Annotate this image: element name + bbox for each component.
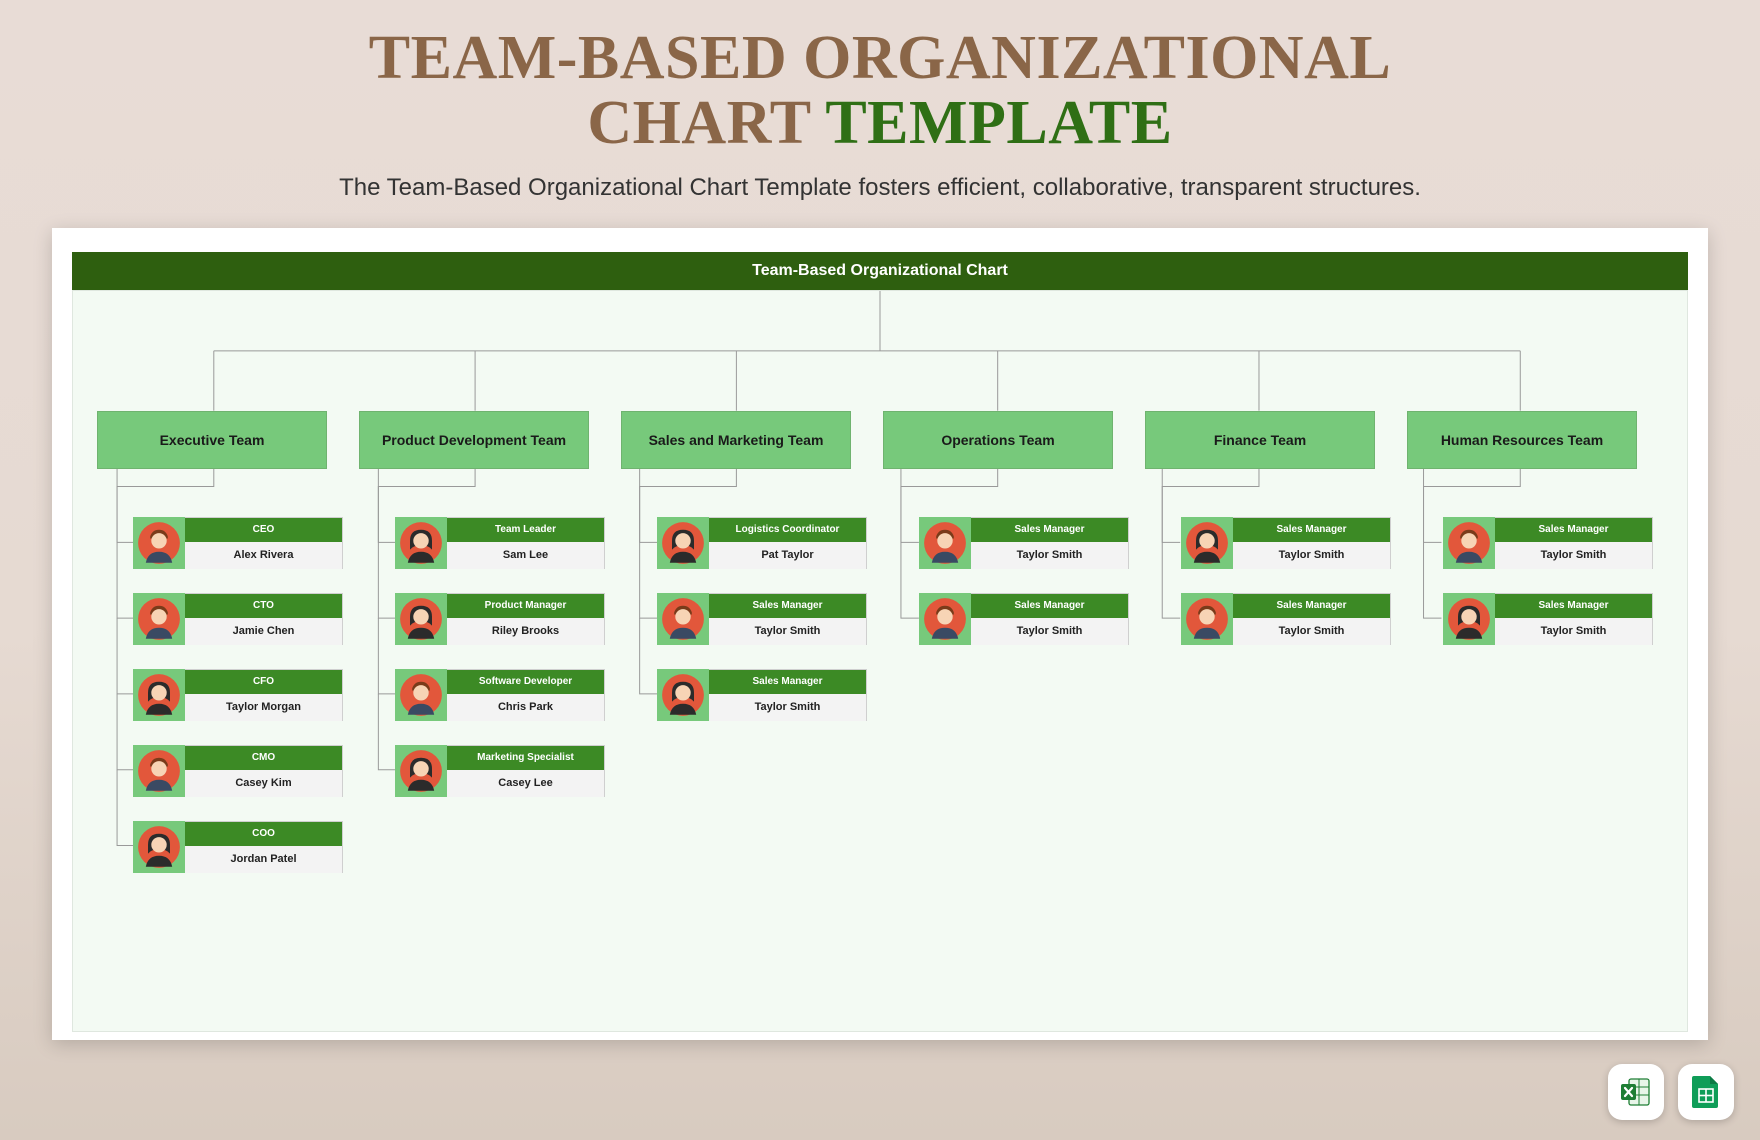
member-name: Jordan Patel [185, 846, 342, 873]
title-line1: TEAM-BASED ORGANIZATIONAL [369, 24, 1391, 92]
member-role: Team Leader [447, 518, 604, 542]
member-card: Product Manager Riley Brooks [395, 593, 605, 645]
member-name: Taylor Smith [1495, 618, 1652, 645]
team-box: Sales and Marketing Team [621, 411, 851, 469]
team-label: Sales and Marketing Team [649, 432, 824, 448]
member-name: Taylor Smith [971, 618, 1128, 645]
member-card: Sales Manager Taylor Smith [1443, 593, 1653, 645]
member-role: COO [185, 822, 342, 846]
team-box: Product Development Team [359, 411, 589, 469]
chart-card: Team-Based Organizational Chart Executiv… [52, 228, 1708, 1040]
avatar [133, 517, 185, 569]
member-card: Team Leader Sam Lee [395, 517, 605, 569]
member-card: Sales Manager Taylor Smith [1181, 517, 1391, 569]
avatar [133, 669, 185, 721]
title-line2a: CHART [587, 89, 825, 157]
member-role: CEO [185, 518, 342, 542]
member-name: Chris Park [447, 694, 604, 721]
member-card: Sales Manager Taylor Smith [1443, 517, 1653, 569]
team-box: Human Resources Team [1407, 411, 1637, 469]
avatar [1443, 517, 1495, 569]
member-role: Software Developer [447, 670, 604, 694]
member-role: Product Manager [447, 594, 604, 618]
chart-inner-title: Team-Based Organizational Chart [72, 252, 1688, 290]
member-name: Riley Brooks [447, 618, 604, 645]
member-role: CTO [185, 594, 342, 618]
avatar [657, 669, 709, 721]
team-label: Executive Team [160, 432, 265, 448]
member-role: Logistics Coordinator [709, 518, 866, 542]
member-card: Sales Manager Taylor Smith [657, 593, 867, 645]
avatar [133, 593, 185, 645]
team-box: Operations Team [883, 411, 1113, 469]
member-card: Sales Manager Taylor Smith [919, 517, 1129, 569]
member-name: Sam Lee [447, 542, 604, 569]
avatar [395, 745, 447, 797]
team-box: Finance Team [1145, 411, 1375, 469]
avatar [657, 593, 709, 645]
avatar [133, 745, 185, 797]
avatar [395, 593, 447, 645]
member-card: CTO Jamie Chen [133, 593, 343, 645]
member-name: Taylor Smith [1233, 618, 1390, 645]
chart-area: Executive Team CEO Alex Rivera CTO Jamie… [72, 290, 1688, 1032]
team-label: Operations Team [941, 432, 1054, 448]
member-card: Logistics Coordinator Pat Taylor [657, 517, 867, 569]
member-name: Alex Rivera [185, 542, 342, 569]
avatar [1181, 593, 1233, 645]
page-subtitle: The Team-Based Organizational Chart Temp… [0, 174, 1760, 202]
member-role: Marketing Specialist [447, 746, 604, 770]
team-box: Executive Team [97, 411, 327, 469]
avatar [395, 517, 447, 569]
member-role: CMO [185, 746, 342, 770]
member-name: Taylor Morgan [185, 694, 342, 721]
member-card: COO Jordan Patel [133, 821, 343, 873]
member-role: Sales Manager [709, 594, 866, 618]
sheets-icon [1690, 1074, 1722, 1110]
member-card: Marketing Specialist Casey Lee [395, 745, 605, 797]
page-title: TEAM-BASED ORGANIZATIONAL CHART TEMPLATE [0, 26, 1760, 156]
team-label: Finance Team [1214, 432, 1306, 448]
member-name: Taylor Smith [1495, 542, 1652, 569]
sheets-badge [1678, 1064, 1734, 1120]
avatar [919, 517, 971, 569]
avatar [919, 593, 971, 645]
member-role: Sales Manager [1495, 594, 1652, 618]
member-card: CFO Taylor Morgan [133, 669, 343, 721]
member-role: Sales Manager [971, 518, 1128, 542]
member-role: Sales Manager [971, 594, 1128, 618]
avatar [1181, 517, 1233, 569]
excel-icon [1619, 1075, 1653, 1109]
member-role: Sales Manager [1495, 518, 1652, 542]
excel-badge [1608, 1064, 1664, 1120]
member-name: Taylor Smith [709, 694, 866, 721]
member-card: CMO Casey Kim [133, 745, 343, 797]
avatar [133, 821, 185, 873]
member-name: Pat Taylor [709, 542, 866, 569]
title-line2b: TEMPLATE [825, 89, 1172, 157]
member-name: Taylor Smith [1233, 542, 1390, 569]
avatar [395, 669, 447, 721]
member-card: CEO Alex Rivera [133, 517, 343, 569]
member-name: Jamie Chen [185, 618, 342, 645]
avatar [657, 517, 709, 569]
member-name: Casey Kim [185, 770, 342, 797]
team-label: Product Development Team [382, 432, 566, 448]
member-name: Casey Lee [447, 770, 604, 797]
member-role: Sales Manager [1233, 518, 1390, 542]
member-name: Taylor Smith [971, 542, 1128, 569]
member-card: Sales Manager Taylor Smith [657, 669, 867, 721]
member-card: Software Developer Chris Park [395, 669, 605, 721]
member-card: Sales Manager Taylor Smith [1181, 593, 1391, 645]
team-label: Human Resources Team [1441, 432, 1603, 448]
member-card: Sales Manager Taylor Smith [919, 593, 1129, 645]
member-role: Sales Manager [1233, 594, 1390, 618]
member-name: Taylor Smith [709, 618, 866, 645]
avatar [1443, 593, 1495, 645]
member-role: Sales Manager [709, 670, 866, 694]
member-role: CFO [185, 670, 342, 694]
